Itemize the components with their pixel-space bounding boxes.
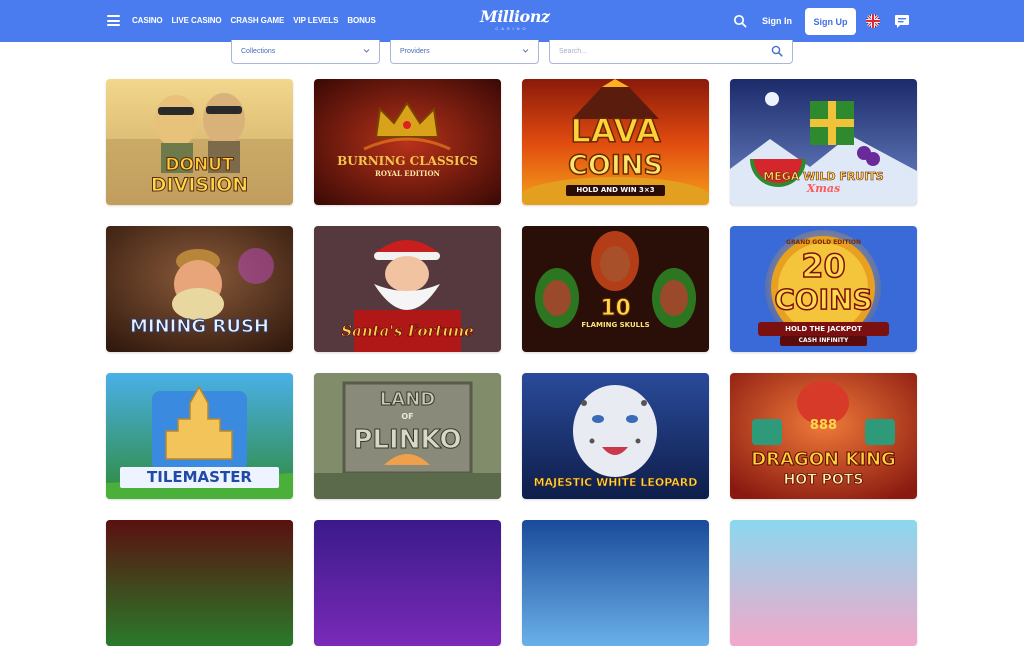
nav-live-casino[interactable]: LIVE CASINO	[172, 15, 222, 27]
game-title-top: LAND	[379, 389, 436, 410]
game-subtitle: Xmas	[806, 182, 841, 195]
game-tile-burning-classics[interactable]: BURNING CLASSICS ROYAL EDITION	[314, 79, 501, 205]
game-edition: GRAND GOLD EDITION	[786, 239, 861, 246]
search-icon[interactable]	[771, 45, 783, 57]
game-tile-land-of-plinko[interactable]: LAND OF PLINKO	[314, 373, 501, 499]
game-tile-santas-fortune[interactable]: Santa's Fortune	[314, 226, 501, 352]
chat-icon[interactable]	[894, 13, 910, 29]
game-tile-20-coins[interactable]: GRAND GOLD EDITION 20 COINS HOLD THE JAC…	[730, 226, 917, 352]
game-tile-partial[interactable]	[522, 520, 709, 646]
nav-crash-game[interactable]: CRASH GAME	[231, 15, 285, 27]
game-title: 20	[800, 247, 846, 285]
game-tile-flaming-skulls[interactable]: 10 FLAMING SKULLS	[522, 226, 709, 352]
game-tile-dragon-king-hot-pots[interactable]: 888 DRAGON KING HOT POTS	[730, 373, 917, 499]
nav-casino[interactable]: CASINO	[132, 15, 163, 27]
game-title: 10	[600, 296, 632, 321]
game-tile-donut-division[interactable]: DONUT DIVISION	[106, 79, 293, 205]
game-title-mid: OF	[401, 412, 414, 421]
nav-bonus[interactable]: BONUS	[347, 15, 376, 27]
main-nav: CASINO LIVE CASINO CRASH GAME VIP LEVELS…	[132, 15, 376, 27]
game-tile-majestic-white-leopard[interactable]: MAJESTIC WHITE LEOPARD	[522, 373, 709, 499]
game-tile-partial[interactable]	[106, 520, 293, 646]
game-title: MAJESTIC WHITE LEOPARD	[533, 476, 698, 489]
game-artwork	[730, 520, 917, 646]
game-title: DONUT	[165, 155, 234, 175]
flaming-skulls-artwork	[522, 226, 709, 352]
top-navigation-bar: CASINO LIVE CASINO CRASH GAME VIP LEVELS…	[0, 0, 1024, 42]
game-badge: 888	[809, 418, 838, 433]
game-title: DRAGON KING	[751, 449, 897, 470]
game-artwork	[106, 520, 293, 646]
game-title: Santa's Fortune	[341, 322, 474, 340]
game-tagline: HOLD THE JACKPOT	[785, 325, 862, 333]
game-subtitle: COINS	[774, 283, 874, 316]
game-tile-lava-coins[interactable]: LAVA COINS HOLD AND WIN 3×3	[522, 79, 709, 205]
game-tile-tilemaster[interactable]: TILEMASTER	[106, 373, 293, 499]
game-subtitle: COINS	[567, 150, 663, 181]
collections-label: Collections	[241, 48, 276, 55]
site-logo[interactable]: Millionz CASINO	[480, 8, 550, 34]
game-title: MINING RUSH	[130, 316, 270, 337]
game-artwork	[522, 520, 709, 646]
game-tagline-2: CASH INFINITY	[798, 337, 849, 344]
sign-up-button[interactable]: Sign Up	[805, 8, 856, 35]
chevron-down-icon	[522, 49, 529, 53]
game-title: MEGA WILD FRUITS	[763, 170, 884, 183]
providers-dropdown[interactable]: Providers	[390, 40, 539, 64]
burning-classics-artwork	[314, 79, 501, 205]
game-search-input[interactable]: Search...	[549, 40, 793, 64]
game-tile-partial[interactable]	[314, 520, 501, 646]
game-title: PLINKO	[353, 425, 462, 455]
chevron-down-icon	[363, 49, 370, 53]
game-tile-partial[interactable]	[730, 520, 917, 646]
game-title: LAVA	[570, 112, 662, 150]
game-title: BURNING CLASSICS	[337, 154, 478, 168]
game-artwork	[314, 520, 501, 646]
search-placeholder: Search...	[559, 48, 588, 55]
providers-label: Providers	[400, 48, 430, 55]
search-icon[interactable]	[733, 14, 747, 28]
game-subtitle: HOT POTS	[783, 472, 864, 488]
game-subtitle: FLAMING SKULLS	[581, 321, 650, 329]
uk-flag-icon[interactable]	[866, 14, 880, 28]
game-tile-mega-wild-fruits-xmas[interactable]: MEGA WILD FRUITS Xmas	[730, 79, 917, 205]
game-subtitle: DIVISION	[150, 174, 249, 196]
hamburger-menu-icon[interactable]	[107, 15, 120, 26]
game-tile-mining-rush[interactable]: MINING RUSH	[106, 226, 293, 352]
game-subtitle: ROYAL EDITION	[375, 169, 440, 178]
collections-dropdown[interactable]: Collections	[231, 40, 380, 64]
game-title: TILEMASTER	[120, 467, 279, 488]
nav-vip-levels[interactable]: VIP LEVELS	[293, 15, 338, 27]
game-tagline: HOLD AND WIN 3×3	[566, 185, 665, 196]
sign-in-link[interactable]: Sign In	[762, 15, 792, 27]
